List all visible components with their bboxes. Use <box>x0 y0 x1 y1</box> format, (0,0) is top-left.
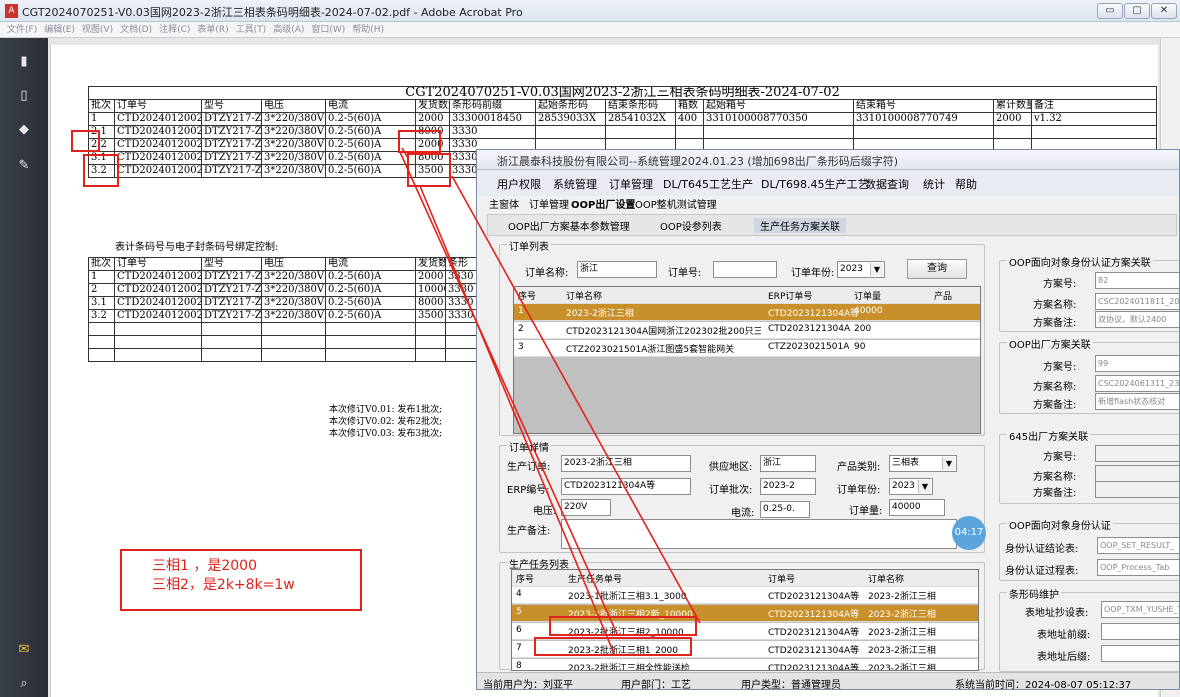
annotation-lines <box>399 147 701 657</box>
annotation-line <box>419 185 616 657</box>
annotation-line <box>399 151 619 637</box>
annotation-line <box>451 175 701 624</box>
